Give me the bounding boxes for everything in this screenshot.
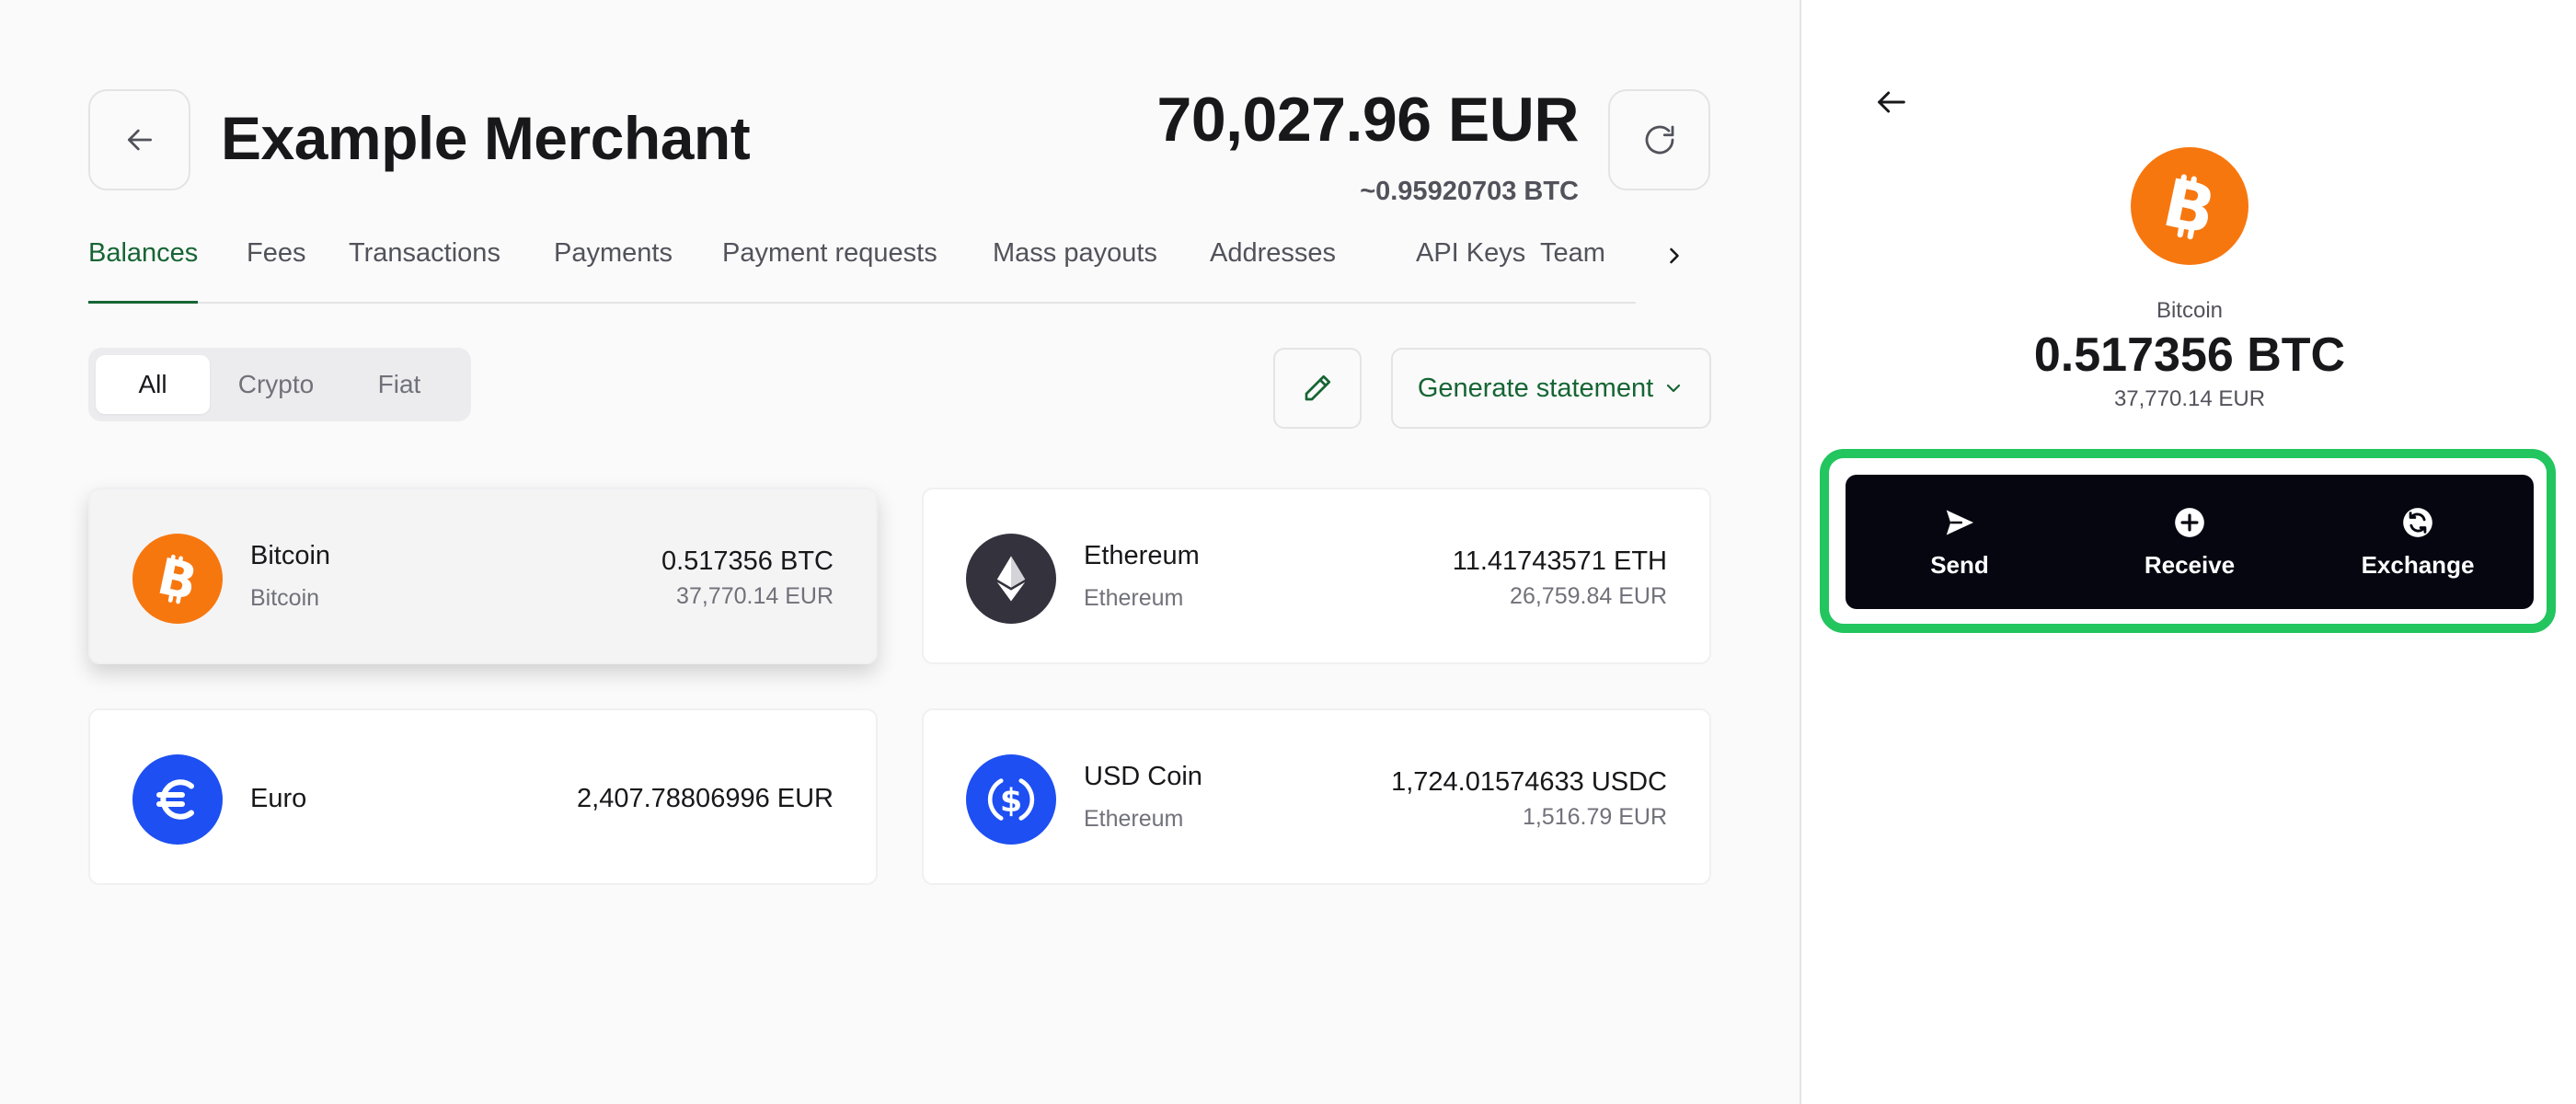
total-btc-equivalent: ~0.95920703 BTC	[1360, 177, 1579, 206]
total-balance: 70,027.96 EUR ~0.95920703 BTC	[1156, 83, 1580, 207]
tab-payment-requests[interactable]: Payment requests	[722, 235, 937, 304]
panel-asset-fiat: 37,770.14 EUR	[2113, 386, 2266, 411]
filter-fiat[interactable]: Fiat	[342, 355, 456, 414]
asset-filter: All Crypto Fiat	[88, 348, 471, 421]
send-icon	[1946, 510, 1974, 535]
page-title: Example Merchant	[221, 104, 751, 172]
asset-amount: 0.517356 BTC	[661, 546, 834, 576]
asset-fiat-value: 1,516.79 EUR	[1522, 804, 1667, 830]
panel-asset-amount: 0.517356 BTC	[2033, 328, 2346, 382]
tab-bar: Balances Fees Transactions Payments Paym…	[88, 235, 1636, 304]
refresh-button[interactable]	[1608, 89, 1710, 190]
tab-fees[interactable]: Fees	[247, 235, 305, 304]
balance-card-euro[interactable]: Euro 2,407.78806996 EUR	[88, 708, 878, 885]
plus-circle-icon	[2175, 507, 2204, 537]
exchange-button[interactable]: Exchange	[2335, 475, 2501, 609]
asset-fiat-value: 37,770.14 EUR	[676, 583, 834, 609]
euro-icon	[132, 754, 223, 845]
back-button[interactable]	[88, 89, 190, 190]
balance-card-usd-coin[interactable]: $ USD Coin Ethereum 1,724.01574633 USDC …	[922, 708, 1711, 885]
asset-name: Bitcoin	[250, 541, 331, 570]
arrow-left-icon	[127, 129, 152, 151]
generate-statement-button[interactable]: Generate statement	[1391, 348, 1711, 429]
asset-network: Bitcoin	[250, 585, 320, 611]
refresh-icon	[1645, 125, 1673, 155]
tab-transactions[interactable]: Transactions	[349, 235, 500, 304]
chevron-right-icon	[1670, 247, 1679, 264]
balance-card-ethereum[interactable]: Ethereum Ethereum 11.41743571 ETH 26,759…	[922, 488, 1711, 664]
edit-button[interactable]	[1273, 348, 1362, 429]
asset-network: Ethereum	[1084, 806, 1184, 832]
filter-all[interactable]: All	[96, 355, 210, 414]
usdc-icon: $	[966, 754, 1056, 845]
asset-fiat-value: 26,759.84 EUR	[1510, 583, 1667, 609]
ethereum-icon	[966, 534, 1056, 624]
asset-network: Ethereum	[1084, 585, 1184, 611]
asset-name: USD Coin	[1084, 762, 1202, 791]
asset-amount: 2,407.78806996 EUR	[577, 784, 834, 813]
balance-card-bitcoin[interactable]: B Bitcoin Bitcoin 0.517356 BTC 37,770.14…	[88, 488, 878, 664]
asset-name: Ethereum	[1084, 541, 1200, 570]
tab-balances[interactable]: Balances	[88, 235, 199, 304]
filter-crypto[interactable]: Crypto	[219, 355, 333, 414]
total-amount: 70,027.96 EUR	[1156, 85, 1580, 155]
exchange-icon	[2403, 507, 2432, 537]
tabs-scroll-right-button[interactable]	[1656, 237, 1693, 274]
pencil-icon	[1305, 374, 1331, 401]
action-bar: Send Receive Exchange	[1846, 475, 2534, 609]
send-label: Send	[1930, 550, 1989, 579]
exchange-label: Exchange	[2361, 550, 2475, 579]
send-button[interactable]: Send	[1877, 475, 2042, 609]
chevron-down-icon	[1667, 384, 1681, 393]
svg-text:$: $	[1000, 783, 1022, 820]
tab-api-keys[interactable]: API Keys	[1416, 235, 1525, 304]
tab-payments[interactable]: Payments	[554, 235, 673, 304]
receive-button[interactable]: Receive	[2107, 475, 2272, 609]
generate-statement-label: Generate statement	[1417, 373, 1654, 403]
panel-asset-name: Bitcoin	[2156, 298, 2224, 323]
panel-back-button[interactable]	[1869, 83, 1914, 121]
asset-detail-panel: B Bitcoin 0.517356 BTC 37,770.14 EUR Sen…	[1800, 0, 2576, 1104]
bitcoin-icon: B	[2131, 147, 2248, 265]
bitcoin-icon: B	[132, 534, 223, 624]
asset-name: Euro	[250, 784, 307, 813]
asset-amount: 11.41743571 ETH	[1452, 546, 1667, 576]
tab-addresses[interactable]: Addresses	[1210, 235, 1336, 304]
asset-amount: 1,724.01574633 USDC	[1391, 767, 1667, 797]
main-panel: Example Merchant 70,027.96 EUR ~0.959207…	[0, 0, 1800, 1104]
receive-label: Receive	[2144, 550, 2236, 579]
tab-mass-payouts[interactable]: Mass payouts	[993, 235, 1157, 304]
arrow-left-icon	[1878, 91, 1905, 113]
tab-team[interactable]: Team	[1540, 235, 1605, 304]
